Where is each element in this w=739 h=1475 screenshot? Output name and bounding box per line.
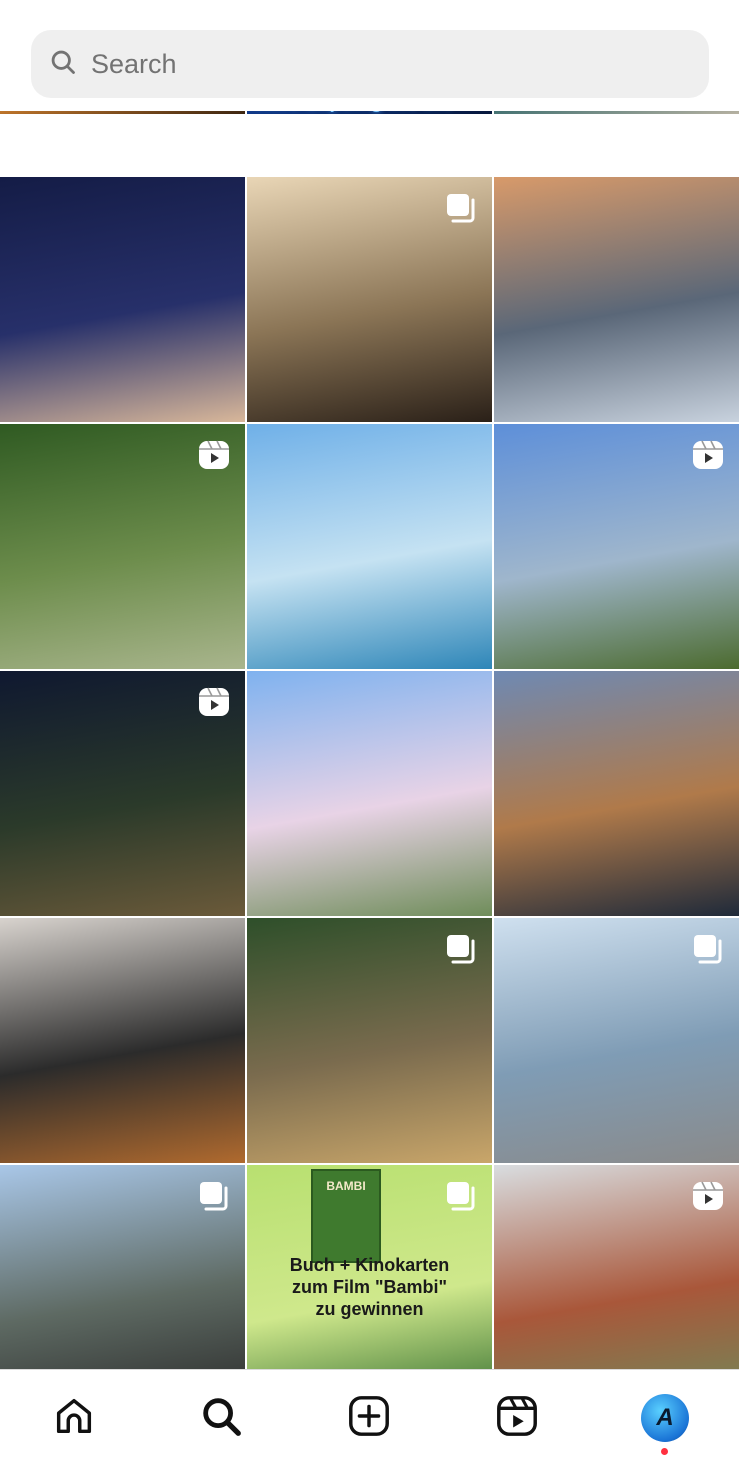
tile-glass-building[interactable] bbox=[494, 918, 739, 1163]
tile-sunset-hand[interactable] bbox=[0, 111, 245, 114]
create-post-icon bbox=[349, 1396, 389, 1436]
home-icon bbox=[56, 1398, 92, 1434]
carousel-icon bbox=[691, 932, 725, 966]
tile-mountain-valley[interactable] bbox=[494, 424, 739, 669]
bambi-promo-text: Buch + Kinokarten zum Film "Bambi" zu ge… bbox=[289, 1255, 450, 1319]
tile-palm-night[interactable] bbox=[0, 671, 245, 916]
reel-icon bbox=[197, 685, 231, 719]
search-bar[interactable] bbox=[31, 30, 709, 98]
tile-pirate-ship[interactable] bbox=[247, 424, 492, 669]
nav-reels-button[interactable] bbox=[493, 1392, 541, 1440]
avatar-initial: A bbox=[656, 1404, 674, 1431]
bambi-book-cover: BAMBI bbox=[311, 1169, 381, 1263]
nav-create-button[interactable] bbox=[345, 1392, 393, 1440]
explore-grid: Time-Lapsing the the BAMBIBuch + Kinokart… bbox=[0, 111, 739, 1369]
carousel-icon bbox=[444, 191, 478, 225]
tile-picture-frames[interactable] bbox=[0, 918, 245, 1163]
reels-icon bbox=[497, 1396, 537, 1436]
carousel-icon bbox=[197, 1179, 231, 1213]
notification-dot bbox=[661, 1448, 668, 1455]
reel-icon bbox=[197, 438, 231, 472]
carousel-icon bbox=[444, 932, 478, 966]
tile-trike-rider[interactable] bbox=[0, 424, 245, 669]
nav-profile-avatar[interactable]: A bbox=[641, 1394, 689, 1442]
tile-gallery-room[interactable] bbox=[247, 177, 492, 422]
tile-penguin-coast[interactable] bbox=[0, 1165, 245, 1369]
reel-icon bbox=[691, 1179, 725, 1213]
search-icon bbox=[49, 48, 77, 81]
search-icon bbox=[203, 1398, 241, 1436]
tile-brick-pavilion[interactable] bbox=[494, 1165, 739, 1369]
carousel-icon bbox=[444, 1179, 478, 1213]
search-input[interactable] bbox=[91, 48, 651, 80]
nav-search-button[interactable] bbox=[197, 1392, 245, 1440]
tile-snow-mountain[interactable] bbox=[494, 177, 739, 422]
tile-street-shop[interactable] bbox=[494, 111, 739, 114]
tile-house-giraffe[interactable] bbox=[247, 918, 492, 1163]
tile-timelapse[interactable]: Time-Lapsing the the bbox=[247, 111, 492, 114]
tile-fuji-blossoms[interactable] bbox=[247, 671, 492, 916]
tile-bambi-promo[interactable]: BAMBI Buch + Kinokarten zum Film "Bambi" … bbox=[247, 1165, 492, 1369]
nav-home-button[interactable] bbox=[50, 1392, 98, 1440]
timelapse-overlay-text: Time-Lapsing the the bbox=[253, 111, 454, 114]
tile-opera-house[interactable] bbox=[0, 177, 245, 422]
bottom-nav: A bbox=[0, 1369, 739, 1475]
reel-icon bbox=[691, 438, 725, 472]
tile-lake-reflection[interactable] bbox=[494, 671, 739, 916]
